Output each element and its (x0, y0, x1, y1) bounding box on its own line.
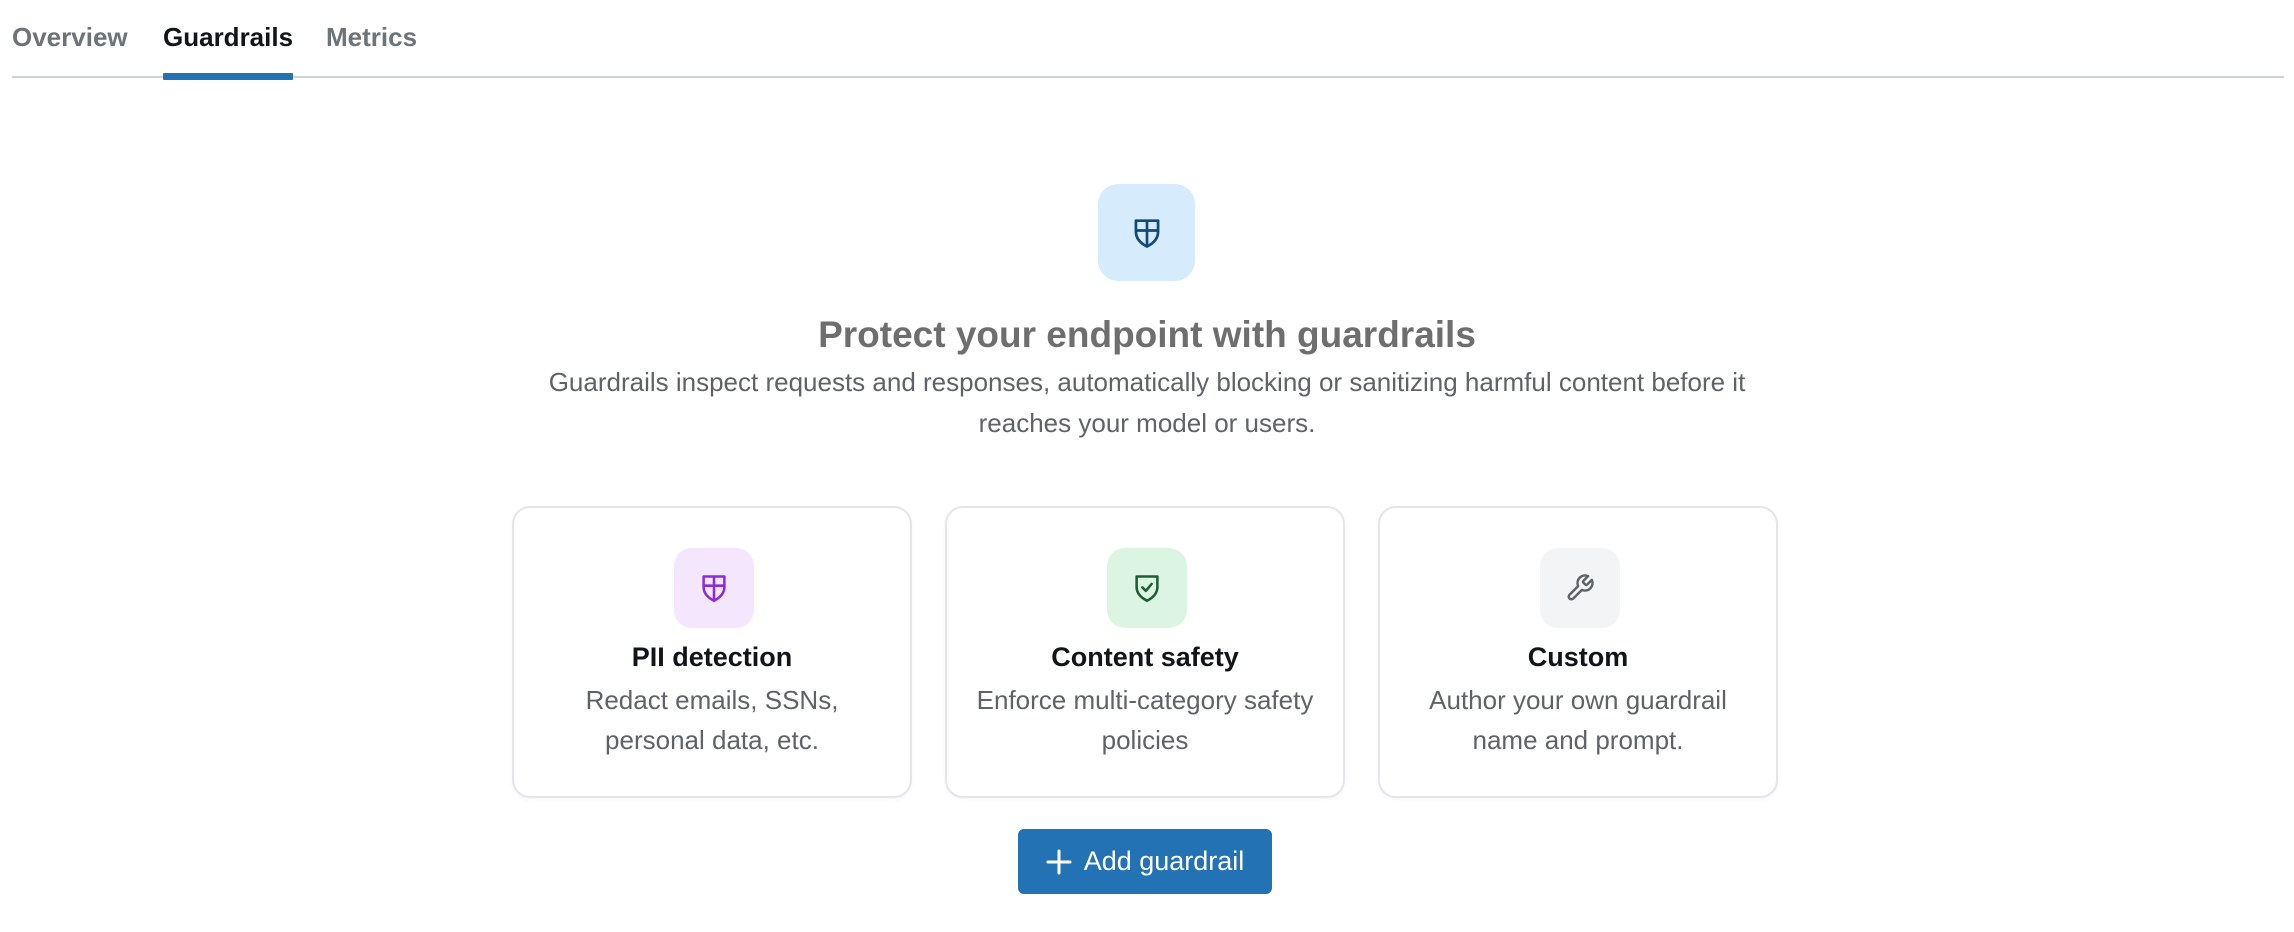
card-icon-container (674, 548, 754, 628)
card-description: Enforce multi-category safety policies (976, 685, 1314, 755)
card-title: Content safety (1051, 642, 1239, 672)
plus-icon (1046, 849, 1072, 874)
guardrails-page: Overview Guardrails Metrics Protect your… (0, 0, 2294, 932)
guardrail-card-pii-detection[interactable]: PII detection Redact emails, SSNs, perso… (512, 506, 912, 798)
page-description: Guardrails inspect requests and response… (548, 367, 1746, 438)
wrench-icon (1567, 574, 1594, 601)
card-title: PII detection (631, 642, 793, 672)
tab-guardrails[interactable]: Guardrails (163, 22, 294, 80)
card-icon-container (1540, 548, 1620, 628)
tab-overview[interactable]: Overview (12, 22, 128, 78)
card-description: Author your own guardrail name and promp… (1429, 685, 1727, 755)
shield-icon (1134, 218, 1159, 248)
page-title: Protect your endpoint with guardrails (818, 314, 1476, 355)
shield-icon (702, 575, 726, 602)
card-icon-container (1107, 548, 1187, 628)
tab-bar: Overview Guardrails Metrics (12, 0, 2284, 80)
guardrail-card-custom[interactable]: Custom Author your own guardrail name an… (1378, 506, 1778, 798)
card-title: Custom (1527, 642, 1629, 672)
tab-metrics[interactable]: Metrics (326, 22, 417, 78)
shield-check-icon (1135, 575, 1159, 602)
add-guardrail-label: Add guardrail (1083, 846, 1245, 876)
card-description: Redact emails, SSNs, personal data, etc. (585, 685, 839, 755)
add-guardrail-button[interactable]: Add guardrail (1018, 829, 1272, 894)
guardrail-card-content-safety[interactable]: Content safety Enforce multi-category sa… (945, 506, 1345, 798)
hero-icon-container (1098, 184, 1195, 281)
